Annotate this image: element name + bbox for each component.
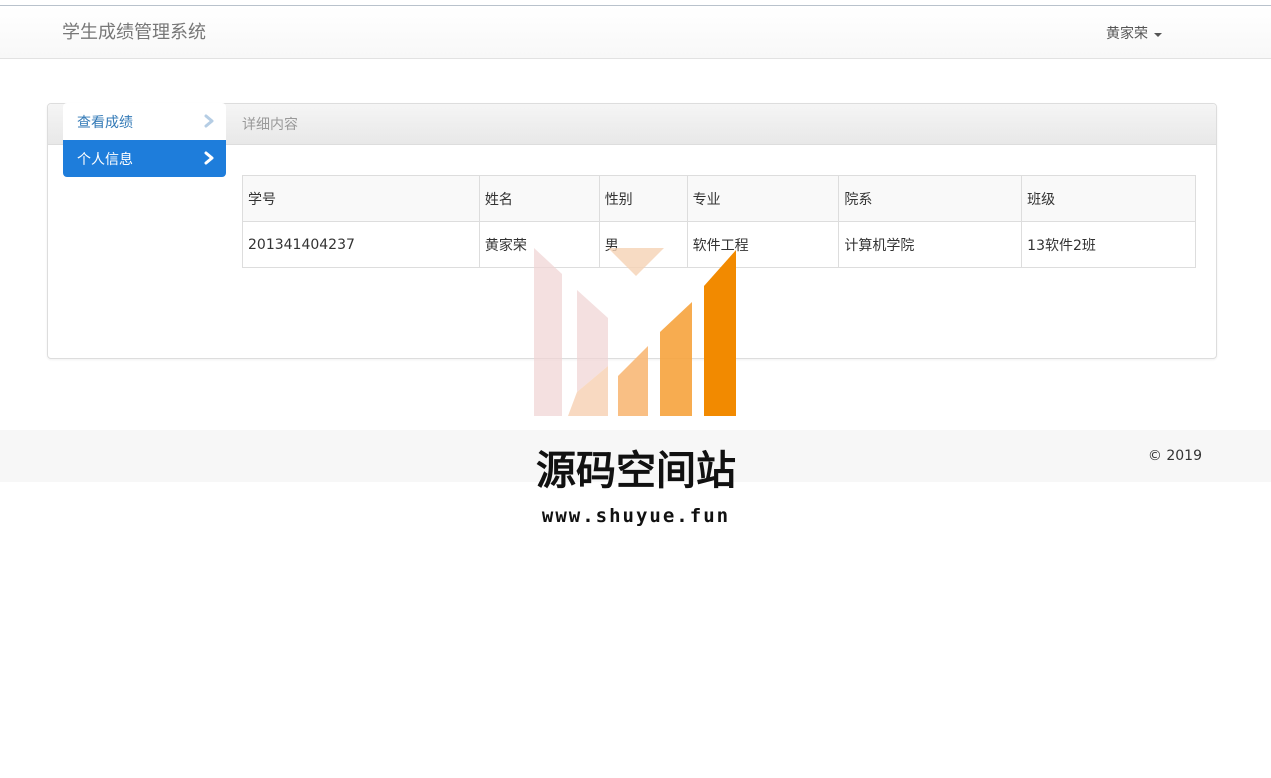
student-info-table: 学号 姓名 性别 专业 院系 班级 201341404237 黄家荣 男 软件工… — [242, 175, 1196, 268]
nav-item-label: 个人信息 — [77, 151, 133, 168]
top-navbar: 学生成绩管理系统 黄家荣 — [0, 6, 1271, 59]
caret-down-icon[interactable] — [1154, 33, 1162, 37]
header-name: 姓名 — [478, 175, 600, 222]
user-dropdown[interactable]: 黄家荣 — [1106, 24, 1162, 44]
panel-title: 详细内容 — [242, 117, 298, 133]
app-brand[interactable]: 学生成绩管理系统 — [62, 21, 206, 45]
header-class: 班级 — [1021, 175, 1196, 222]
cell-class: 13软件2班 — [1021, 221, 1196, 268]
page-footer: © 2019 — [0, 430, 1271, 482]
watermark-url: www.shuyue.fun — [541, 505, 731, 527]
chevron-right-icon — [204, 151, 214, 165]
nav-item-view-grades[interactable]: 查看成绩 — [63, 103, 226, 140]
cell-major: 软件工程 — [686, 221, 840, 268]
table-header-row: 学号 姓名 性别 专业 院系 班级 — [242, 175, 1196, 222]
user-name[interactable]: 黄家荣 — [1106, 24, 1148, 44]
cell-gender: 男 — [598, 221, 688, 268]
table-row: 201341404237 黄家荣 男 软件工程 计算机学院 13软件2班 — [242, 221, 1196, 268]
header-gender: 性别 — [598, 175, 688, 222]
header-major: 专业 — [686, 175, 840, 222]
cell-name: 黄家荣 — [478, 221, 600, 268]
nav-item-label: 查看成绩 — [77, 114, 133, 131]
header-department: 院系 — [838, 175, 1023, 222]
cell-department: 计算机学院 — [838, 221, 1023, 268]
nav-item-personal-info[interactable]: 个人信息 — [63, 140, 226, 177]
copyright-text: © 2019 — [1147, 448, 1202, 464]
side-nav: 查看成绩 个人信息 — [63, 103, 226, 177]
header-student-id: 学号 — [242, 175, 480, 222]
chevron-right-icon — [204, 114, 214, 128]
cell-student-id: 201341404237 — [242, 221, 480, 268]
